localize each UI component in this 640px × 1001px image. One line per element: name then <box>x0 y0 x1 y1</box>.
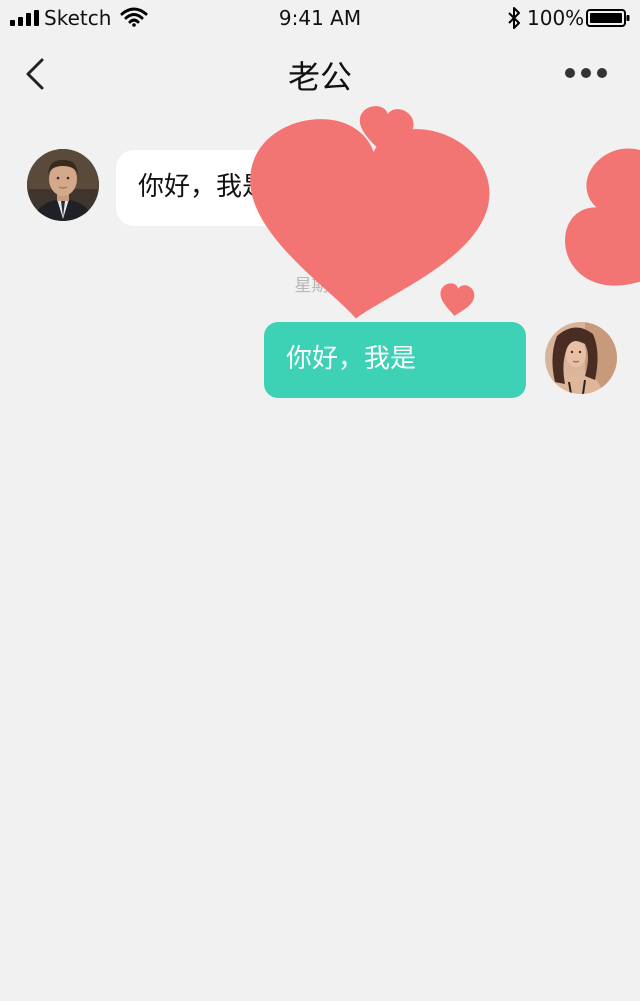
more-horizontal-icon[interactable] <box>562 62 610 84</box>
incoming-message-text: 你好，我是 <box>138 172 269 202</box>
bluetooth-icon <box>508 7 520 29</box>
outgoing-message-bubble[interactable]: 你好，我是 <box>264 322 526 398</box>
outgoing-message-text: 你好，我是 <box>286 344 417 374</box>
battery-percentage: 100% <box>527 6 585 30</box>
avatar-husband[interactable] <box>27 149 99 221</box>
avatar-wife[interactable] <box>545 322 617 394</box>
incoming-message-bubble[interactable]: 你好，我是 <box>116 150 408 226</box>
battery-icon <box>586 9 630 27</box>
nav-bar: 老公 <box>0 40 640 106</box>
chat-title: 老公 <box>287 58 352 96</box>
status-bar: Sketch 9:41 AM 100% <box>0 0 640 36</box>
message-timestamp: 星期六 <box>294 276 346 296</box>
